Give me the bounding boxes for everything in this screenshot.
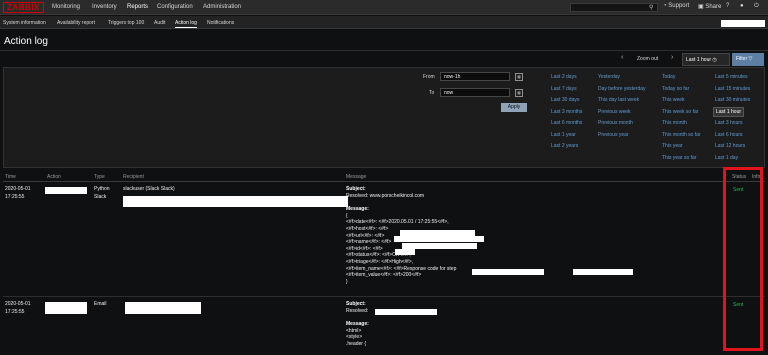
redacted-action bbox=[45, 302, 87, 314]
sub-navigation: System information Availability report T… bbox=[0, 16, 768, 29]
range-last-3-months[interactable]: Last 3 months bbox=[551, 109, 582, 115]
share-link[interactable]: ▣ Share bbox=[698, 3, 721, 10]
subnav-availability-report[interactable]: Availability report bbox=[57, 20, 95, 26]
range-last-1-year[interactable]: Last 1 year bbox=[551, 132, 576, 138]
range-last-6-hours[interactable]: Last 6 hours bbox=[715, 132, 743, 138]
range-this-year-so-far[interactable]: This year so far bbox=[662, 155, 696, 161]
search-icon[interactable]: ⚲ bbox=[649, 4, 653, 11]
range-this-week[interactable]: This week bbox=[662, 97, 685, 103]
menu-administration[interactable]: Administration bbox=[203, 4, 241, 10]
range-last-15-minutes[interactable]: Last 15 minutes bbox=[715, 86, 750, 92]
zoom-out-button[interactable]: Zoom out bbox=[637, 56, 658, 62]
share-icon: ▣ bbox=[698, 4, 704, 10]
divider bbox=[0, 50, 768, 51]
apply-button[interactable]: Apply bbox=[501, 103, 527, 112]
redacted-url bbox=[394, 236, 484, 242]
header-recipient: Recipient bbox=[123, 174, 144, 180]
range-last-1-hour[interactable]: Last 1 hour bbox=[713, 107, 745, 117]
redacted-box bbox=[721, 20, 765, 27]
from-label: From bbox=[423, 74, 435, 80]
range-this-month[interactable]: This month bbox=[662, 120, 687, 126]
clock-icon: ◷ bbox=[712, 57, 717, 63]
redacted-step-2 bbox=[573, 269, 633, 275]
table-row: 2020-05-01 17:25:55 Python Slack slackus… bbox=[3, 183, 765, 297]
to-input[interactable]: now bbox=[440, 88, 510, 97]
range-previous-year[interactable]: Previous year bbox=[598, 132, 629, 138]
time-cell: 2020-05-01 17:25:55 bbox=[5, 186, 31, 200]
range-last-30-minutes[interactable]: Last 30 minutes bbox=[715, 97, 750, 103]
calendar-icon[interactable]: ▦ bbox=[515, 73, 523, 81]
redacted-recipient bbox=[123, 196, 348, 207]
redacted-recipient bbox=[125, 302, 201, 314]
menu-configuration[interactable]: Configuration bbox=[157, 4, 193, 10]
range-last-2-days[interactable]: Last 2 days bbox=[551, 74, 577, 80]
table-header: Time Action Type Recipient Message Statu… bbox=[3, 171, 765, 182]
zabbix-logo[interactable]: ZABBIX bbox=[3, 2, 44, 13]
range-last-30-days[interactable]: Last 30 days bbox=[551, 97, 579, 103]
redacted-subject bbox=[375, 309, 437, 315]
status-highlight-annotation bbox=[723, 167, 763, 351]
redacted-action bbox=[45, 187, 87, 194]
range-previous-month[interactable]: Previous month bbox=[598, 120, 633, 126]
subnav-audit[interactable]: Audit bbox=[154, 20, 165, 26]
from-input[interactable]: now-1h bbox=[440, 72, 510, 81]
funnel-icon: ▽ bbox=[748, 56, 753, 62]
menu-monitoring[interactable]: Monitoring bbox=[52, 4, 80, 10]
range-last-6-months[interactable]: Last 6 months bbox=[551, 120, 582, 126]
user-icon[interactable]: ● bbox=[740, 3, 744, 9]
range-day-before-yesterday[interactable]: Day before yesterday bbox=[598, 86, 646, 92]
redacted-id bbox=[395, 249, 415, 255]
subnav-triggers-top-100[interactable]: Triggers top 100 bbox=[108, 20, 144, 26]
support-link[interactable]: ◔ Support bbox=[663, 3, 689, 9]
chevron-left-icon[interactable]: ‹ bbox=[621, 54, 623, 61]
range-last-12-hours[interactable]: Last 12 hours bbox=[715, 143, 745, 149]
range-previous-week[interactable]: Previous week bbox=[598, 109, 631, 115]
time-controls: ‹ Zoom out › Last 1 hour ◷ Filter ▽ bbox=[618, 53, 764, 66]
range-today-so-far[interactable]: Today so far bbox=[662, 86, 689, 92]
subnav-system-information[interactable]: System information bbox=[3, 20, 46, 26]
range-last-7-days[interactable]: Last 7 days bbox=[551, 86, 577, 92]
power-icon[interactable]: ⏻ bbox=[754, 3, 759, 10]
message-cell: Subject: Resolved: Message: <html> <styl… bbox=[346, 301, 369, 347]
redacted-step bbox=[472, 269, 544, 275]
table-row: 2020-05-01 17:25:55 Email Subject: Resol… bbox=[3, 298, 765, 355]
range-this-month-so-far[interactable]: This month so far bbox=[662, 132, 701, 138]
range-last-5-minutes[interactable]: Last 5 minutes bbox=[715, 74, 748, 80]
header-action: Action bbox=[47, 174, 61, 180]
range-this-week-so-far[interactable]: This week so far bbox=[662, 109, 698, 115]
range-last-1-day[interactable]: Last 1 day bbox=[715, 155, 738, 161]
range-this-day-last-week[interactable]: This day last week bbox=[598, 97, 639, 103]
header-message: Message bbox=[346, 174, 367, 180]
header-type: Type bbox=[94, 174, 105, 180]
range-last-2-years[interactable]: Last 2 years bbox=[551, 143, 578, 149]
header-time[interactable]: Time bbox=[5, 174, 16, 180]
menu-reports[interactable]: Reports bbox=[127, 4, 148, 10]
filter-panel: From now-1h ▦ To now ▦ Apply Last 2 days… bbox=[3, 67, 765, 168]
search-input[interactable] bbox=[570, 3, 658, 12]
time-cell: 2020-05-01 17:25:55 bbox=[5, 301, 31, 315]
range-last-3-hours[interactable]: Last 3 hours bbox=[715, 120, 743, 126]
subnav-action-log[interactable]: Action log bbox=[175, 20, 197, 28]
range-yesterday[interactable]: Yesterday bbox=[598, 74, 620, 80]
type-cell: Python Slack bbox=[94, 186, 110, 200]
time-period-tab[interactable]: Last 1 hour ◷ bbox=[682, 53, 730, 66]
range-today[interactable]: Today bbox=[662, 74, 675, 80]
help-button[interactable]: ? bbox=[726, 3, 729, 9]
headset-icon: ◔ bbox=[663, 3, 667, 9]
subnav-notifications[interactable]: Notifications bbox=[207, 20, 234, 26]
range-this-year[interactable]: This year bbox=[662, 143, 683, 149]
top-navigation: ZABBIX Monitoring Inventory Reports Conf… bbox=[0, 0, 768, 15]
filter-tab[interactable]: Filter ▽ bbox=[732, 53, 764, 66]
menu-inventory[interactable]: Inventory bbox=[92, 4, 117, 10]
chevron-right-icon[interactable]: › bbox=[671, 54, 673, 61]
recipient-cell: slackuser (Slack Slack) bbox=[123, 186, 175, 192]
type-cell: Email bbox=[94, 301, 107, 307]
to-label: To bbox=[429, 90, 435, 96]
page-title: Action log bbox=[4, 36, 48, 47]
calendar-icon[interactable]: ▦ bbox=[515, 89, 523, 97]
